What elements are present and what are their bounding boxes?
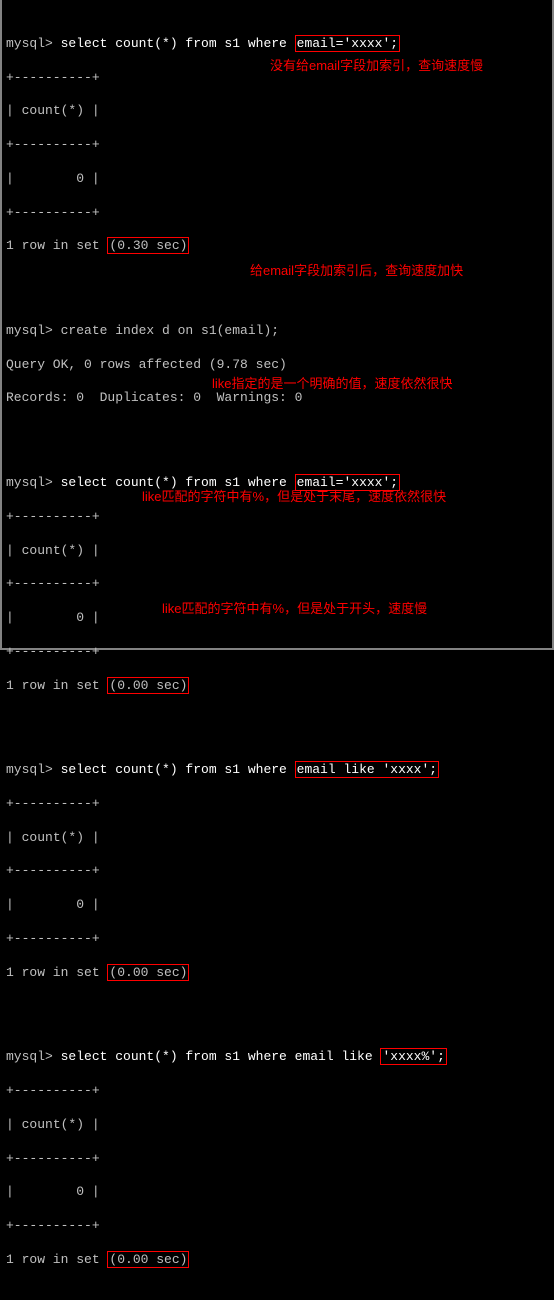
col-header: count(*) bbox=[22, 830, 84, 845]
col-header: count(*) bbox=[22, 103, 84, 118]
timing-hl: (0.30 sec) bbox=[107, 237, 189, 254]
prompt: mysql> bbox=[6, 475, 61, 490]
annotation: 没有给email字段加索引，查询速度慢 bbox=[270, 55, 483, 74]
prompt: mysql> bbox=[6, 762, 61, 777]
output-line: Query OK, 0 rows affected (9.78 sec) bbox=[6, 357, 548, 374]
sql-text: select count(*) from s1 where email like bbox=[61, 1049, 381, 1064]
timing-pre: 1 row in set bbox=[6, 678, 107, 693]
result-value: 0 bbox=[76, 171, 84, 186]
highlight-clause: email='xxxx'; bbox=[295, 35, 400, 52]
timing-pre: 1 row in set bbox=[6, 238, 107, 253]
result-value: 0 bbox=[76, 610, 84, 625]
timing-hl: (0.00 sec) bbox=[107, 1251, 189, 1268]
annotation: like指定的是一个明确的值，速度依然很快 bbox=[212, 373, 453, 392]
prompt: mysql> bbox=[6, 1049, 61, 1064]
result-value: 0 bbox=[76, 1184, 84, 1199]
prompt: mysql> bbox=[6, 36, 61, 51]
sql-text: select count(*) from s1 where bbox=[61, 36, 295, 51]
output-line: Records: 0 Duplicates: 0 Warnings: 0 bbox=[6, 390, 548, 407]
col-header: count(*) bbox=[22, 1117, 84, 1132]
highlight-clause: email like 'xxxx'; bbox=[295, 761, 439, 778]
col-header: count(*) bbox=[22, 543, 84, 558]
highlight-clause: 'xxxx%'; bbox=[380, 1048, 446, 1065]
terminal-output: mysql> select count(*) from s1 where ema… bbox=[2, 0, 552, 1300]
sql-text: select count(*) from s1 where bbox=[61, 762, 295, 777]
result-value: 0 bbox=[76, 897, 84, 912]
prompt: mysql> bbox=[6, 323, 61, 338]
timing-hl: (0.00 sec) bbox=[107, 677, 189, 694]
timing-pre: 1 row in set bbox=[6, 1252, 107, 1267]
timing-pre: 1 row in set bbox=[6, 965, 107, 980]
annotation: 给email字段加索引后，查询速度加快 bbox=[250, 260, 463, 279]
annotation: like匹配的字符中有%，但是处于末尾，速度依然很快 bbox=[142, 486, 446, 505]
sql-text: create index d on s1(email); bbox=[61, 323, 279, 338]
annotation: like匹配的字符中有%，但是处于开头，速度慢 bbox=[162, 598, 427, 617]
timing-hl: (0.00 sec) bbox=[107, 964, 189, 981]
